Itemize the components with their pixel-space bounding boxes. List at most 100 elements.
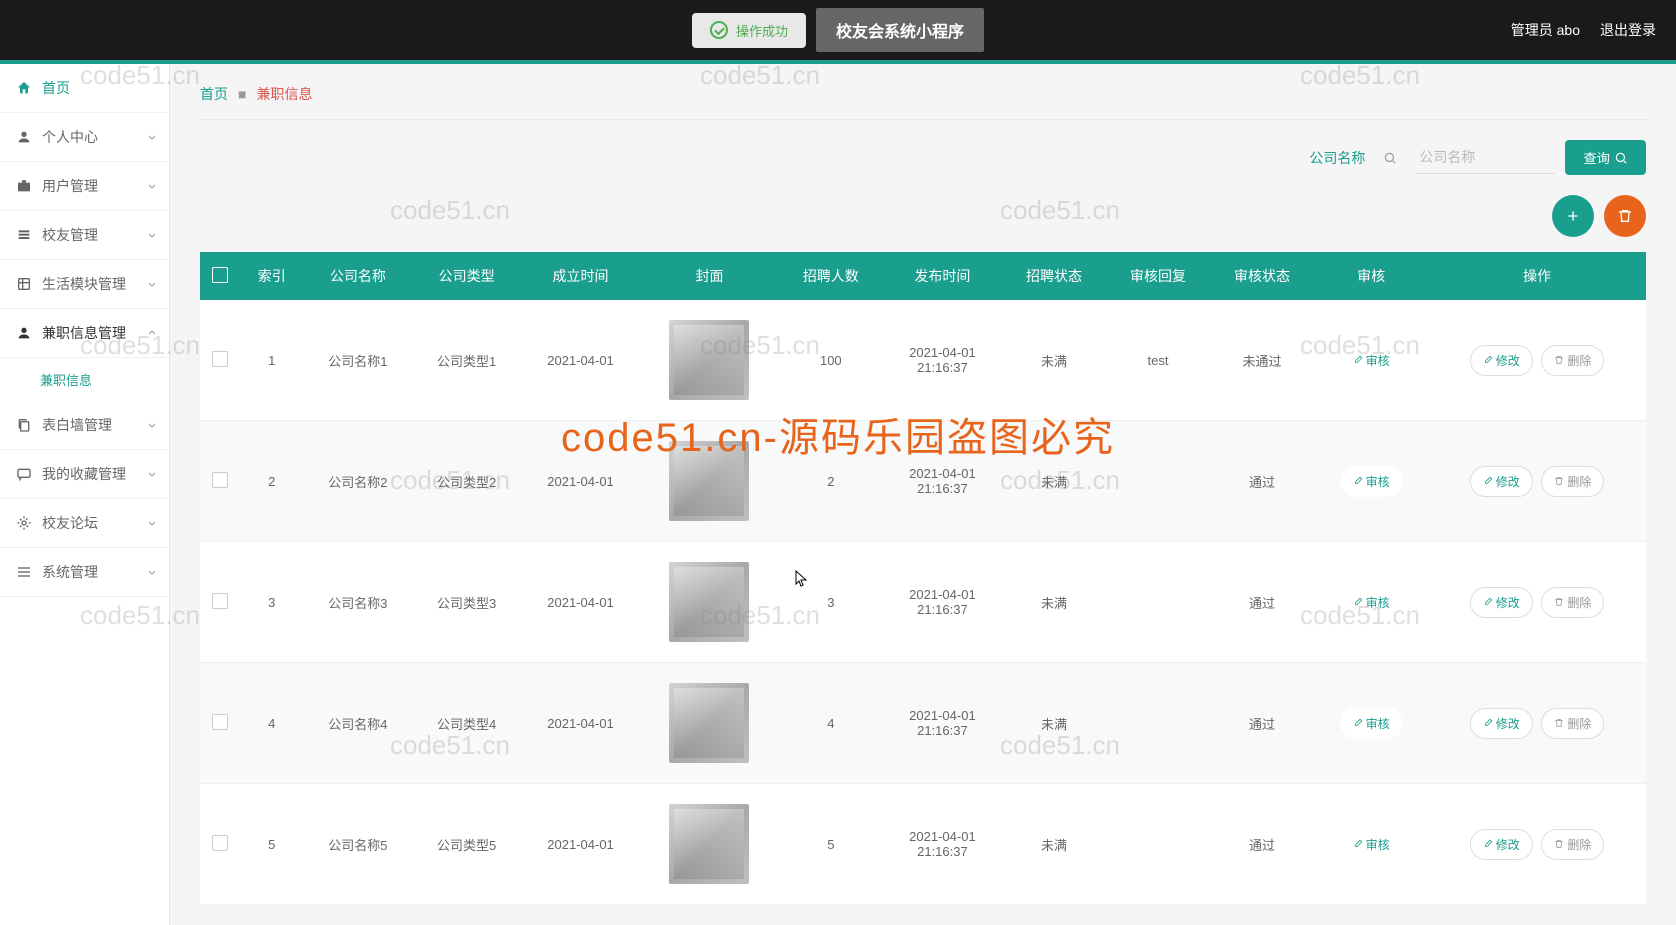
edit-icon — [1353, 718, 1363, 728]
menu-forum[interactable]: 校友论坛 — [0, 499, 169, 548]
cell-reply: test — [1106, 300, 1210, 421]
sidebar: 首页 个人中心 用户管理 校友管理 生活模块管理 兼职信息管理 兼职信息 — [0, 64, 170, 925]
cell-reply — [1106, 421, 1210, 542]
table-body: 1 公司名称1 公司类型1 2021-04-01 100 2021-04-012… — [200, 300, 1646, 905]
row-checkbox[interactable] — [212, 835, 228, 851]
row-checkbox[interactable] — [212, 714, 228, 730]
row-checkbox[interactable] — [212, 472, 228, 488]
audit-button[interactable]: 审核 — [1340, 708, 1403, 739]
cell-name: 公司名称5 — [304, 784, 413, 905]
audit-button[interactable]: 审核 — [1340, 345, 1403, 376]
cell-reply — [1106, 542, 1210, 663]
cell-count: 5 — [779, 784, 883, 905]
breadcrumb-separator: ■ — [238, 86, 246, 102]
row-checkbox[interactable] — [212, 351, 228, 367]
chevron-down-icon — [147, 129, 157, 145]
cell-name: 公司名称2 — [304, 421, 413, 542]
row-checkbox[interactable] — [212, 593, 228, 609]
success-icon — [710, 21, 728, 39]
menu-life[interactable]: 生活模块管理 — [0, 260, 169, 309]
menu-alumni[interactable]: 校友管理 — [0, 211, 169, 260]
cell-status: 未满 — [1002, 663, 1106, 784]
edit-button[interactable]: 修改 — [1470, 829, 1533, 860]
cell-reply — [1106, 663, 1210, 784]
menu-label: 表白墙管理 — [42, 415, 112, 435]
menu-personal[interactable]: 个人中心 — [0, 113, 169, 162]
audit-button[interactable]: 审核 — [1340, 829, 1403, 860]
menu-confession[interactable]: 表白墙管理 — [0, 401, 169, 450]
delete-button[interactable]: 删除 — [1541, 708, 1604, 739]
edit-icon — [1483, 476, 1493, 486]
audit-button[interactable]: 审核 — [1340, 587, 1403, 618]
table-row: 3 公司名称3 公司类型3 2021-04-01 3 2021-04-0121:… — [200, 542, 1646, 663]
audit-button[interactable]: 审核 — [1340, 466, 1403, 497]
cover-image — [669, 804, 749, 884]
cell-audit: 通过 — [1210, 784, 1314, 905]
cell-pubtime: 2021-04-0121:16:37 — [883, 421, 1002, 542]
edit-icon — [1353, 839, 1363, 849]
delete-all-button[interactable] — [1604, 195, 1646, 237]
menu-home[interactable]: 首页 — [0, 64, 169, 113]
delete-button[interactable]: 删除 — [1541, 466, 1604, 497]
edit-icon — [1483, 718, 1493, 728]
menu-system[interactable]: 系统管理 — [0, 548, 169, 597]
search-label: 公司名称 — [1309, 148, 1365, 168]
cell-reply — [1106, 784, 1210, 905]
edit-button[interactable]: 修改 — [1470, 587, 1533, 618]
search-button[interactable]: 查询 — [1565, 140, 1646, 175]
cell-name: 公司名称1 — [304, 300, 413, 421]
trash-icon — [1554, 718, 1564, 728]
th-auditop: 审核 — [1314, 252, 1428, 300]
cover-image — [669, 562, 749, 642]
menu-jobs[interactable]: 兼职信息管理 — [0, 309, 169, 358]
add-button[interactable] — [1552, 195, 1594, 237]
chevron-down-icon — [147, 564, 157, 580]
cell-count: 4 — [779, 663, 883, 784]
cell-type: 公司类型3 — [412, 542, 521, 663]
chevron-down-icon — [147, 515, 157, 531]
submenu-jobinfo[interactable]: 兼职信息 — [0, 358, 169, 401]
breadcrumb: 首页 ■ 兼职信息 — [200, 84, 1646, 120]
chevron-down-icon — [147, 276, 157, 292]
cell-count: 100 — [779, 300, 883, 421]
cell-pubtime: 2021-04-0121:16:37 — [883, 784, 1002, 905]
menu-favorites[interactable]: 我的收藏管理 — [0, 450, 169, 499]
edit-icon — [1483, 839, 1493, 849]
edit-icon — [1483, 597, 1493, 607]
chevron-down-icon — [147, 227, 157, 243]
trash-icon — [1554, 476, 1564, 486]
logout-link[interactable]: 退出登录 — [1600, 20, 1656, 40]
edit-button[interactable]: 修改 — [1470, 345, 1533, 376]
cell-index: 4 — [240, 663, 304, 784]
search-icon — [1614, 151, 1628, 165]
action-row — [200, 195, 1646, 237]
th-audit: 审核状态 — [1210, 252, 1314, 300]
admin-label[interactable]: 管理员 abo — [1511, 20, 1580, 40]
select-all-checkbox[interactable] — [212, 267, 228, 283]
cell-index: 2 — [240, 421, 304, 542]
cell-founded: 2021-04-01 — [521, 663, 640, 784]
table-row: 5 公司名称5 公司类型5 2021-04-01 5 2021-04-0121:… — [200, 784, 1646, 905]
edit-button[interactable]: 修改 — [1470, 466, 1533, 497]
user-icon — [16, 129, 32, 145]
chat-icon — [16, 466, 32, 482]
table-row: 2 公司名称2 公司类型2 2021-04-01 2 2021-04-0121:… — [200, 421, 1646, 542]
search-input[interactable] — [1415, 141, 1555, 174]
cell-count: 2 — [779, 421, 883, 542]
cell-founded: 2021-04-01 — [521, 784, 640, 905]
delete-button[interactable]: 删除 — [1541, 587, 1604, 618]
menu-label: 个人中心 — [42, 127, 98, 147]
th-index: 索引 — [240, 252, 304, 300]
edit-button[interactable]: 修改 — [1470, 708, 1533, 739]
bars-icon — [16, 564, 32, 580]
cell-audit: 通过 — [1210, 542, 1314, 663]
delete-button[interactable]: 删除 — [1541, 345, 1604, 376]
menu-users[interactable]: 用户管理 — [0, 162, 169, 211]
search-dropdown-icon[interactable] — [1375, 142, 1405, 174]
cell-status: 未满 — [1002, 784, 1106, 905]
cell-pubtime: 2021-04-0121:16:37 — [883, 542, 1002, 663]
delete-button[interactable]: 删除 — [1541, 829, 1604, 860]
breadcrumb-home[interactable]: 首页 — [200, 84, 228, 104]
table-row: 4 公司名称4 公司类型4 2021-04-01 4 2021-04-0121:… — [200, 663, 1646, 784]
main-content: 首页 ■ 兼职信息 公司名称 查询 索引 — [170, 64, 1676, 925]
